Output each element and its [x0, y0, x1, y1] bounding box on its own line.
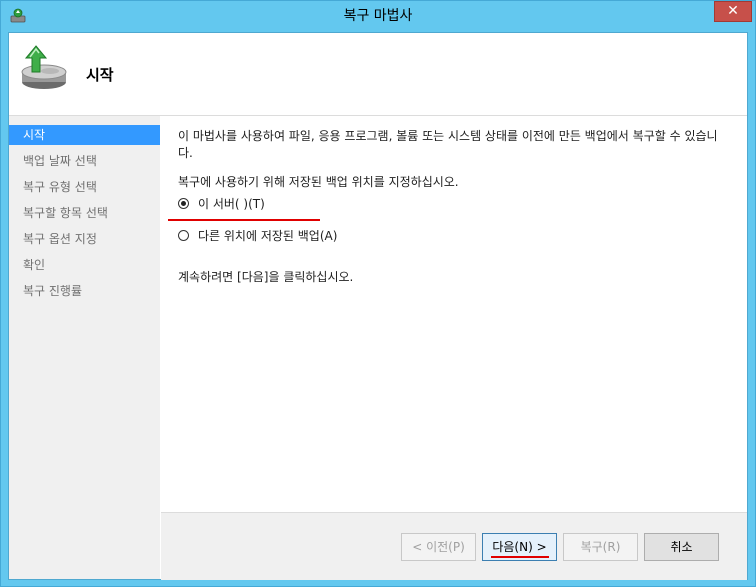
- nav-item-recovery-progress: 복구 진행률: [23, 284, 83, 298]
- nav-item-select-recovery-type: 복구 유형 선택: [23, 180, 97, 194]
- next-highlight-underline: [491, 556, 549, 558]
- radio-this-server-label[interactable]: 이 서버( )(T): [198, 195, 265, 213]
- radio-button-unselected[interactable]: [178, 230, 189, 241]
- nav-item-select-items: 복구할 항목 선택: [23, 206, 108, 220]
- wizard-client-area: 시작 시작 백업 날짜 선택 복구 유형 선택 복구할 항목 선택 복구 옵션 …: [8, 32, 748, 580]
- wizard-header: 시작: [9, 33, 747, 116]
- nav-item-start[interactable]: 시작: [9, 125, 160, 145]
- continue-hint-text: 계속하려면 [다음]을 클릭하십시오.: [178, 270, 354, 284]
- close-button[interactable]: ✕: [714, 1, 752, 22]
- recovery-wizard-window: 복구 마법사 ✕ 시작 시작 백업 날짜 선택 복구 유형 선택 복구할 항목 …: [0, 0, 756, 587]
- nav-item-select-backup-date: 백업 날짜 선택: [23, 154, 97, 168]
- wizard-button-bar: < 이전(P) 다음(N) > 복구(R) 취소: [161, 512, 747, 580]
- title-bar[interactable]: 복구 마법사 ✕: [1, 1, 755, 32]
- backup-drive-icon: [21, 45, 67, 89]
- wizard-step-nav: 시작 백업 날짜 선택 복구 유형 선택 복구할 항목 선택 복구 옵션 지정 …: [9, 116, 160, 579]
- nav-item-confirmation: 확인: [23, 258, 46, 272]
- radio-button-selected[interactable]: [178, 198, 189, 209]
- cancel-button[interactable]: 취소: [644, 533, 719, 561]
- previous-button[interactable]: < 이전(P): [401, 533, 476, 561]
- radio-other-location-label[interactable]: 다른 위치에 저장된 백업(A): [198, 227, 337, 245]
- recover-button[interactable]: 복구(R): [563, 533, 638, 561]
- wizard-content: 이 마법사를 사용하여 파일, 응용 프로그램, 볼륨 또는 시스템 상태를 이…: [161, 116, 747, 512]
- highlight-underline: [168, 219, 320, 221]
- nav-item-recovery-options: 복구 옵션 지정: [23, 232, 97, 246]
- page-title: 시작: [86, 66, 114, 84]
- instruction-text: 복구에 사용하기 위해 저장된 백업 위치를 지정하십시오.: [178, 175, 459, 189]
- window-title: 복구 마법사: [343, 8, 413, 24]
- intro-text: 이 마법사를 사용하여 파일, 응용 프로그램, 볼륨 또는 시스템 상태를 이…: [178, 129, 718, 160]
- close-icon: ✕: [727, 3, 739, 19]
